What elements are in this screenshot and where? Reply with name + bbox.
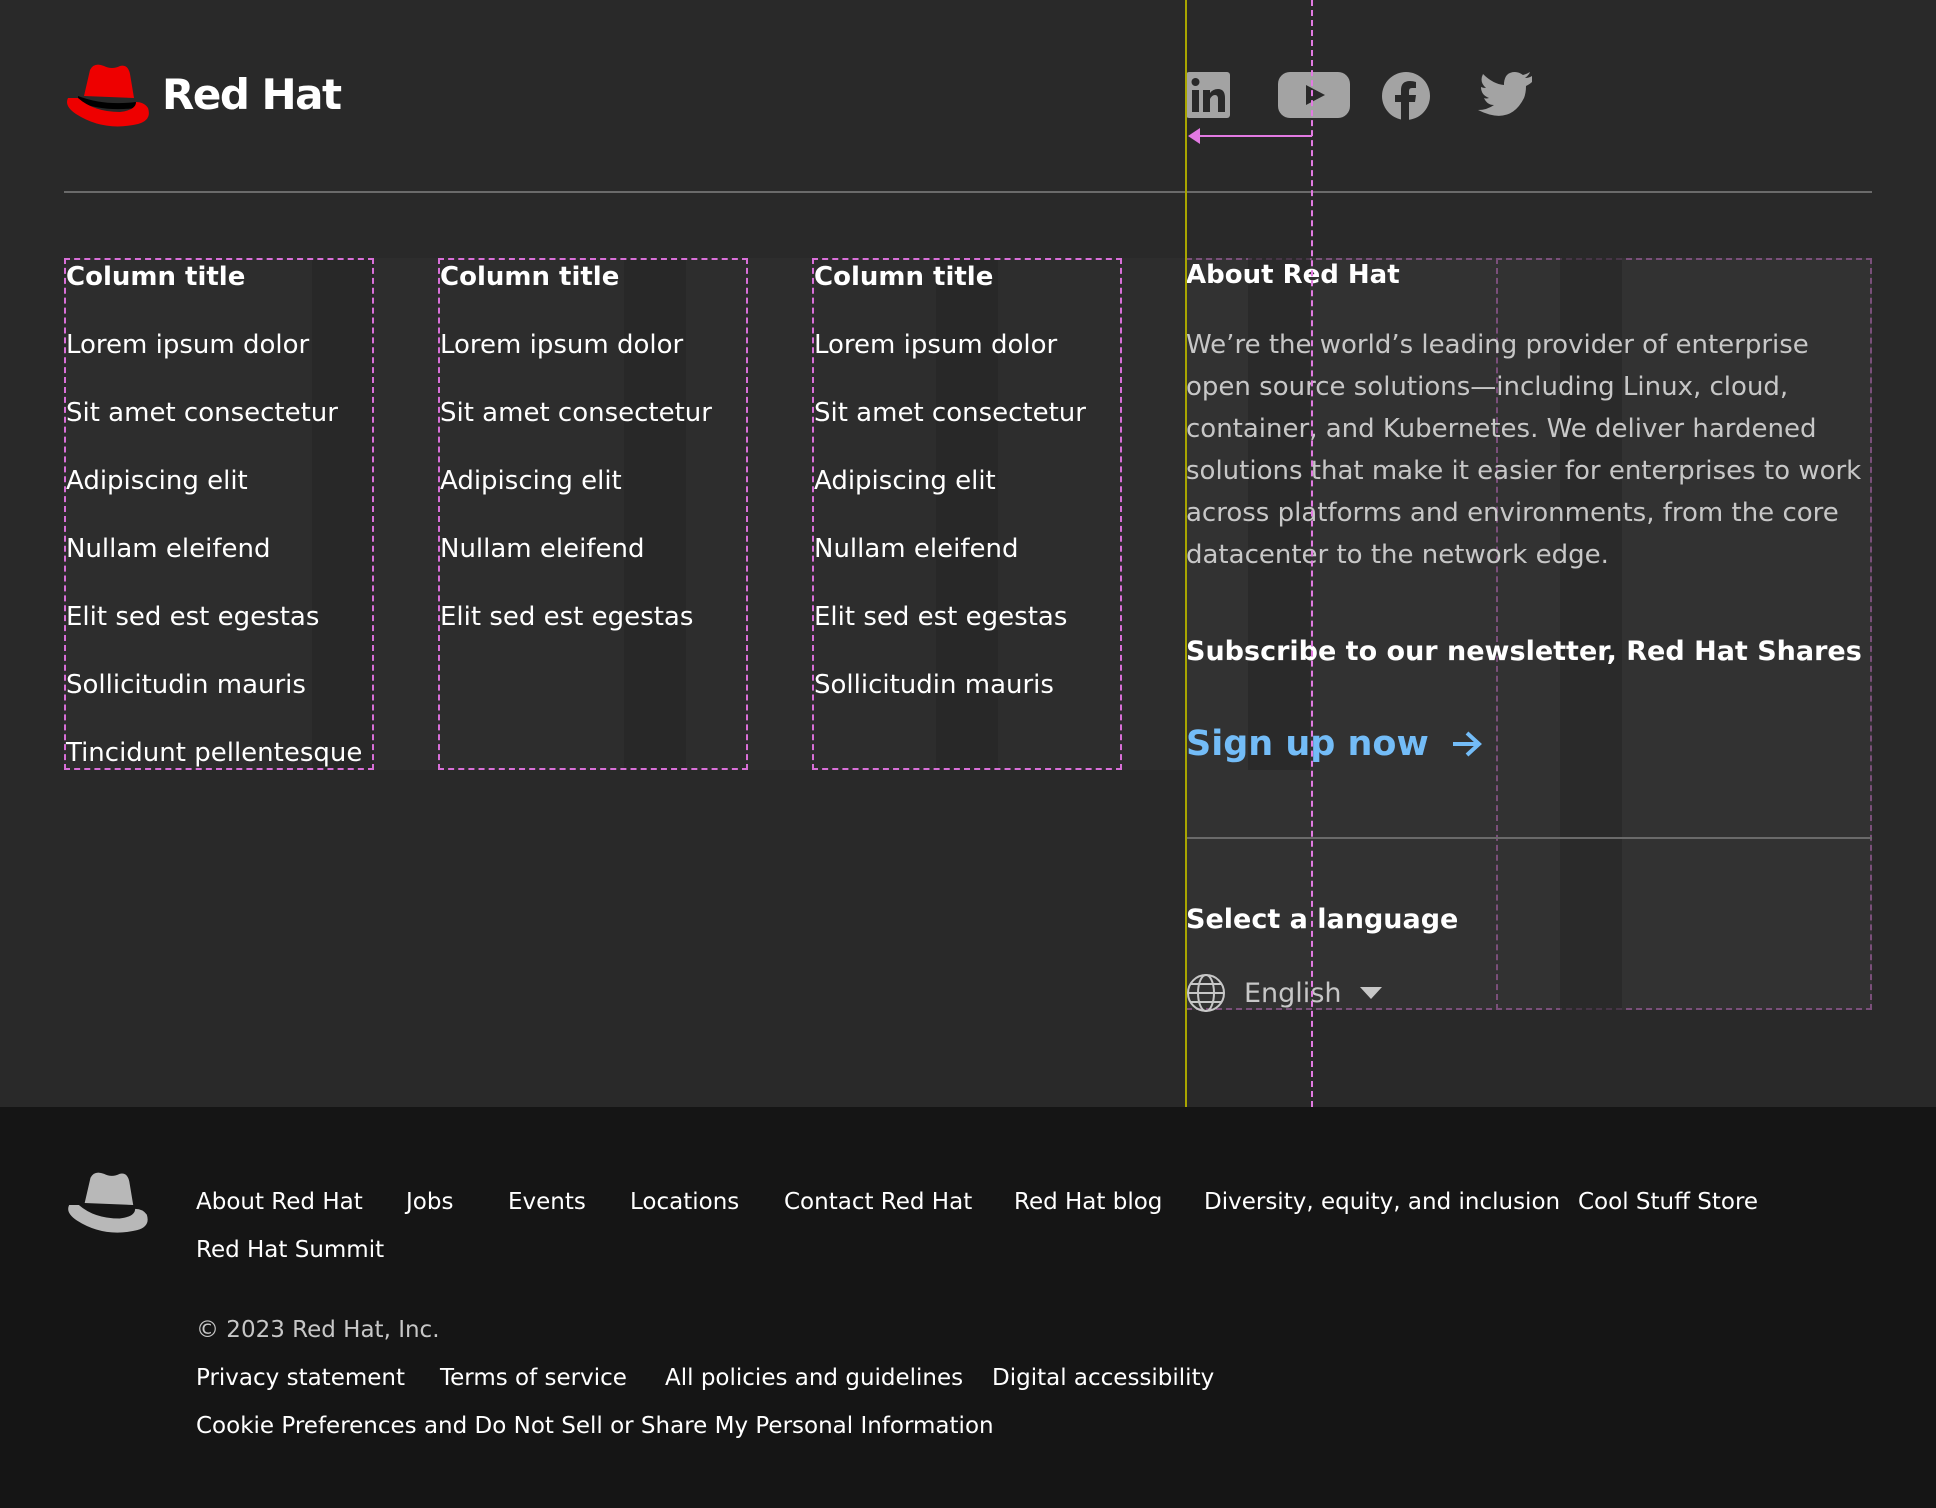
footer-column-2: Column title Lorem ipsum dolor Sit amet …: [438, 258, 748, 770]
column-link[interactable]: Lorem ipsum dolor: [440, 328, 746, 362]
column-title: Column title: [814, 262, 994, 292]
policy-link-privacy[interactable]: Privacy statement: [196, 1365, 405, 1391]
language-selector[interactable]: English: [1186, 972, 1382, 1014]
header-divider: [64, 191, 1872, 193]
footer-link-diversity[interactable]: Diversity, equity, and inclusion: [1204, 1189, 1560, 1215]
column-link[interactable]: Lorem ipsum dolor: [66, 328, 372, 362]
column-link[interactable]: Sit amet consectetur: [814, 396, 1120, 430]
footer-link-contact[interactable]: Contact Red Hat: [784, 1189, 972, 1215]
column-link[interactable]: Adipiscing elit: [814, 464, 1120, 498]
footer-column-1: Column title Lorem ipsum dolor Sit amet …: [64, 258, 374, 770]
copyright: © 2023 Red Hat, Inc.: [196, 1317, 440, 1343]
about-divider: [1186, 837, 1872, 839]
arrow-right-icon: [1453, 731, 1482, 757]
twitter-icon[interactable]: [1478, 72, 1532, 120]
caret-down-icon: [1359, 987, 1382, 999]
column-link[interactable]: Nullam eleifend: [440, 532, 746, 566]
column-title: Column title: [66, 262, 246, 292]
globe-icon: [1187, 974, 1225, 1012]
footer-link-blog[interactable]: Red Hat blog: [1014, 1189, 1162, 1215]
column-link[interactable]: Adipiscing elit: [66, 464, 372, 498]
column-link[interactable]: Elit sed est egestas: [814, 600, 1120, 634]
footer-link-events[interactable]: Events: [508, 1189, 586, 1215]
youtube-icon[interactable]: [1278, 72, 1350, 120]
policy-link-terms[interactable]: Terms of service: [440, 1365, 627, 1391]
column-link[interactable]: Adipiscing elit: [440, 464, 746, 498]
guide-line: [1311, 0, 1313, 1107]
column-link[interactable]: Nullam eleifend: [814, 532, 1120, 566]
column-link[interactable]: Sollicitudin mauris: [66, 668, 372, 702]
column-link[interactable]: Tincidunt pellentesque: [66, 736, 372, 770]
guide-line: [1185, 0, 1187, 1107]
footer-link-store[interactable]: Cool Stuff Store: [1578, 1189, 1758, 1215]
about-text: We’re the world’s leading provider of en…: [1186, 330, 1862, 570]
column-link[interactable]: Nullam eleifend: [66, 532, 372, 566]
policy-link-accessibility[interactable]: Digital accessibility: [992, 1365, 1214, 1391]
column-link[interactable]: Sit amet consectetur: [440, 396, 746, 430]
column-link[interactable]: Lorem ipsum dolor: [814, 328, 1120, 362]
red-hat-mono-logo[interactable]: [64, 1170, 150, 1240]
language-value: English: [1244, 977, 1342, 1009]
footer-bottom: [0, 1107, 1936, 1508]
linkedin-icon[interactable]: [1186, 72, 1230, 120]
footer-column-3: Column title Lorem ipsum dolor Sit amet …: [812, 258, 1122, 770]
column-link[interactable]: Sollicitudin mauris: [814, 668, 1120, 702]
column-link[interactable]: Elit sed est egestas: [66, 600, 372, 634]
language-heading: Select a language: [1186, 904, 1459, 935]
policy-link-cookies[interactable]: Cookie Preferences and Do Not Sell or Sh…: [196, 1413, 994, 1439]
sign-up-label: Sign up now: [1186, 724, 1429, 764]
policy-link-all[interactable]: All policies and guidelines: [665, 1365, 963, 1391]
spacing-indicator: [1196, 135, 1312, 137]
newsletter-heading: Subscribe to our newsletter, Red Hat Sha…: [1186, 636, 1862, 667]
footer-link-about[interactable]: About Red Hat: [196, 1189, 363, 1215]
column-title: Column title: [440, 262, 620, 292]
footer-link-summit[interactable]: Red Hat Summit: [196, 1237, 384, 1263]
sign-up-link[interactable]: Sign up now: [1186, 724, 1483, 764]
hat-icon: [68, 1172, 148, 1233]
column-link[interactable]: Elit sed est egestas: [440, 600, 746, 634]
red-hat-icon: [67, 64, 149, 127]
facebook-icon[interactable]: [1382, 72, 1430, 120]
arrow-left-icon: [1188, 128, 1200, 144]
red-hat-logo[interactable]: [64, 62, 150, 134]
footer-link-locations[interactable]: Locations: [630, 1189, 739, 1215]
logo-text: Red Hat: [162, 70, 342, 119]
about-title: About Red Hat: [1186, 260, 1400, 290]
column-link[interactable]: Sit amet consectetur: [66, 396, 372, 430]
footer-link-jobs[interactable]: Jobs: [406, 1189, 453, 1215]
